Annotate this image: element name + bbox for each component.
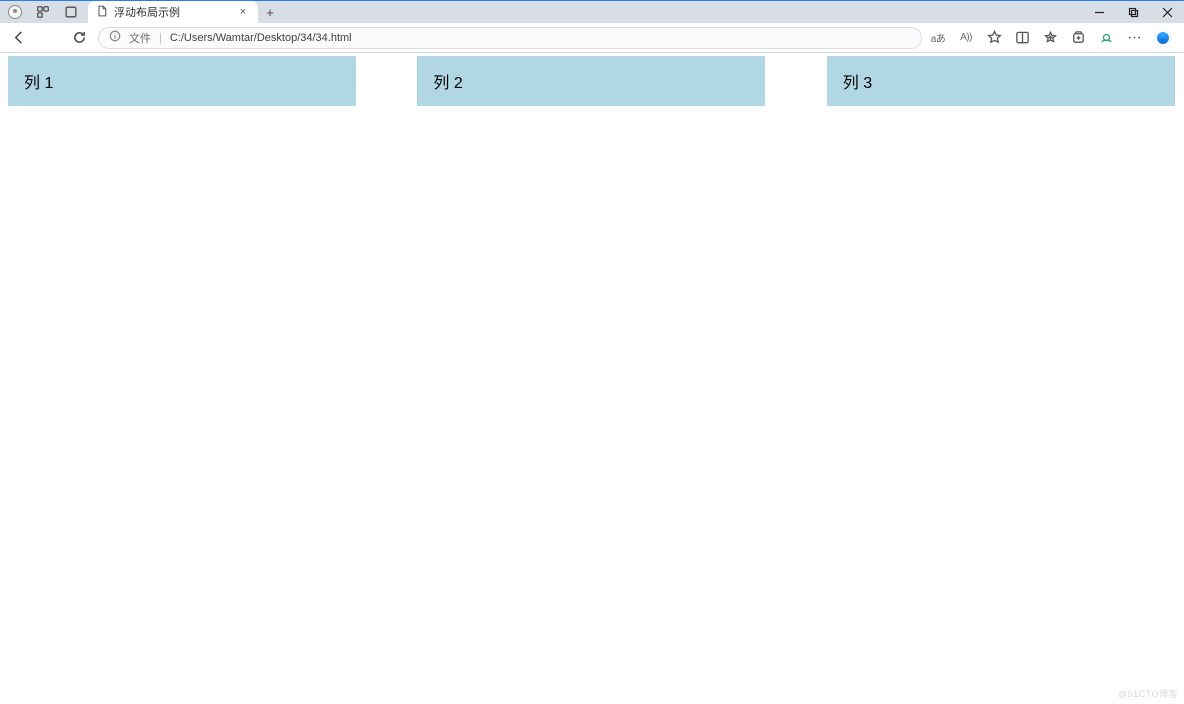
maximize-button[interactable]	[1116, 1, 1150, 23]
file-icon	[96, 5, 108, 20]
address-separator: |	[159, 32, 162, 44]
read-aloud-icon[interactable]: A))	[958, 30, 974, 46]
collections-icon[interactable]	[1070, 30, 1086, 46]
settings-menu-icon[interactable]	[1126, 30, 1142, 46]
extensions-icon[interactable]	[1098, 30, 1114, 46]
title-bar: 浮动布局示例 × +	[0, 1, 1184, 23]
address-type-label: 文件	[129, 30, 151, 46]
address-path: C:/Users/Wamtar/Desktop/34/34.html	[170, 32, 352, 44]
column-2: 列 2	[417, 56, 765, 106]
split-screen-icon[interactable]	[1014, 30, 1030, 46]
tab-close-button[interactable]: ×	[236, 6, 250, 18]
favorite-star-icon[interactable]	[986, 30, 1002, 46]
profile-icon[interactable]	[8, 5, 22, 19]
address-bar[interactable]: 文件 | C:/Users/Wamtar/Desktop/34/34.html	[98, 27, 922, 49]
watermark: @51CTO博客	[1118, 687, 1178, 700]
back-button[interactable]	[8, 27, 30, 49]
new-tab-button[interactable]: +	[258, 1, 282, 23]
browser-tab[interactable]: 浮动布局示例 ×	[88, 1, 258, 23]
translate-icon[interactable]: aあ	[930, 30, 946, 46]
page-viewport: 列 1 列 2 列 3 @51CTO博客	[0, 53, 1184, 704]
tab-actions-icon[interactable]	[64, 5, 78, 19]
minimize-button[interactable]	[1082, 1, 1116, 23]
tab-title: 浮动布局示例	[114, 4, 230, 20]
copilot-icon[interactable]	[1154, 29, 1172, 47]
workspaces-icon[interactable]	[36, 5, 50, 19]
refresh-button[interactable]	[68, 27, 90, 49]
favorites-icon[interactable]	[1042, 30, 1058, 46]
toolbar-actions: aあ A))	[930, 29, 1176, 47]
titlebar-spacer	[282, 1, 1082, 23]
browser-toolbar: 文件 | C:/Users/Wamtar/Desktop/34/34.html …	[0, 23, 1184, 53]
titlebar-left-icons	[0, 1, 88, 23]
window-controls	[1082, 1, 1184, 23]
column-3: 列 3	[827, 56, 1175, 106]
column-1: 列 1	[8, 56, 356, 106]
close-window-button[interactable]	[1150, 1, 1184, 23]
page-info-icon[interactable]	[109, 30, 121, 45]
